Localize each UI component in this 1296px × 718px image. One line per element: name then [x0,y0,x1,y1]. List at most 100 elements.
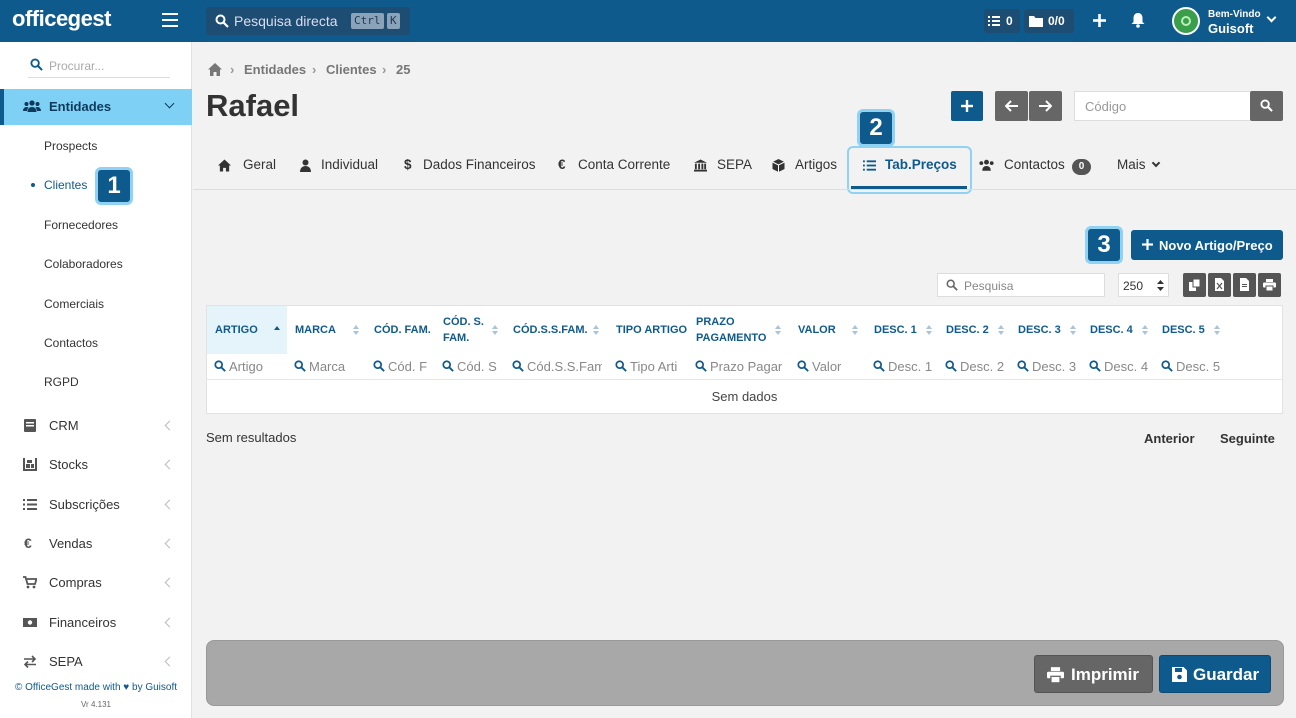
column-header-cod-s-fam[interactable]: CÓD. S. FAM. [435,306,505,354]
filter-desc-2[interactable]: Desc. 2 [938,356,1004,380]
search-icon [945,360,957,372]
column-header-desc-4[interactable]: DESC. 4 [1082,306,1154,354]
sidebar-subitem-colaboradores[interactable]: Colaboradores [44,257,123,271]
folders-count: 0/0 [1048,14,1065,28]
column-header-desc-3[interactable]: DESC. 3 [1010,306,1082,354]
action-bar: Imprimir Guardar [206,640,1284,706]
plus-icon[interactable] [1093,14,1106,27]
pager-previous[interactable]: Anterior [1144,431,1195,446]
print-grid-button[interactable] [1258,273,1281,297]
column-header-label: DESC. 5 [1162,324,1205,336]
sidebar-subitem-prospects[interactable]: Prospects [44,139,97,153]
next-record-button[interactable] [1029,91,1062,121]
previous-record-button[interactable] [995,91,1028,121]
column-header-cod-s-s-fam[interactable]: CÓD.S.S.FAM. [505,306,608,354]
app-logo[interactable]: officegest [12,6,111,32]
user-avatar[interactable] [1172,7,1200,35]
filter-tipo-artigo[interactable]: Tipo Arti [608,356,684,380]
column-header-label: DESC. 2 [946,324,989,336]
grid-search-placeholder: Pesquisa [964,279,1014,293]
column-header-marca[interactable]: MARCA [287,306,365,354]
user-menu-chevron-icon[interactable] [1266,12,1277,23]
sidebar-subitem-contactos[interactable]: Contactos [44,336,98,350]
sidebar-footer-credit: © OfficeGest made with ♥ by Guisoft [14,682,178,693]
sidebar-item-financeiros[interactable]: Financeiros [0,611,192,635]
column-header-valor[interactable]: VALOR [790,306,866,354]
filter-desc-5[interactable]: Desc. 5 [1154,356,1220,380]
direct-search-button[interactable]: Pesquisa directa Ctrl K [206,7,410,35]
sidebar: Procurar... Entidades Prospects Clientes… [0,42,192,718]
column-header-tipo-artigo[interactable]: TIPO ARTIGO [608,306,688,354]
sidebar-item-entidades[interactable]: Entidades [0,89,192,125]
codigo-search-button[interactable] [1250,91,1283,121]
codigo-input[interactable]: Código [1074,91,1250,121]
excel-export-button[interactable] [1208,273,1231,297]
column-header-desc-2[interactable]: DESC. 2 [938,306,1010,354]
save-button[interactable]: Guardar [1159,655,1271,693]
print-icon [1263,279,1276,291]
column-header-prazo-pagamento[interactable]: PRAZO PAGAMENTO [688,306,790,354]
pager-next[interactable]: Seguinte [1220,431,1275,446]
sidebar-item-compras[interactable]: Compras [0,571,192,595]
column-header-desc-5[interactable]: DESC. 5 [1154,306,1226,354]
filter-cod-fam[interactable]: Cód. F [366,356,432,380]
sidebar-subitem-clientes[interactable]: Clientes [44,178,87,192]
sidebar-subitem-comerciais[interactable]: Comerciais [44,297,104,311]
filter-desc-3[interactable]: Desc. 3 [1010,356,1076,380]
print-button[interactable]: Imprimir [1034,655,1153,693]
copy-button[interactable] [1183,273,1206,297]
sidebar-search-input[interactable]: Procurar... [28,52,170,78]
column-header-cod-fam[interactable]: CÓD. FAM. [366,306,435,354]
sidebar-item-crm[interactable]: CRM [0,414,192,438]
filter-cod-s-fam[interactable]: Cód. S [435,356,499,380]
contactos-count-badge: 0 [1072,159,1091,175]
price-table: ARTIGO MARCA CÓD. FAM. CÓD. S. FAM. CÓD.… [206,305,1283,414]
breadcrumb-clientes[interactable]: Clientes [326,62,377,77]
cart-icon [23,576,37,589]
callout-step-2: 2 [857,109,895,147]
sidebar-subitem-rgpd[interactable]: RGPD [44,375,79,389]
euro-icon: € [558,157,566,172]
column-header-label: CÓD.S.S.FAM. [513,324,588,336]
filter-desc-4[interactable]: Desc. 4 [1082,356,1148,380]
sidebar-item-stocks[interactable]: Stocks [0,453,192,477]
arrow-left-icon [1005,100,1018,112]
new-article-price-button[interactable]: Novo Artigo/Preço [1131,230,1283,260]
callout-step-3: 3 [1085,226,1123,264]
users-icon [23,100,41,112]
pdf-export-button[interactable] [1233,273,1256,297]
column-header-desc-1[interactable]: DESC. 1 [866,306,938,354]
page-size-select[interactable]: 250 [1118,273,1169,297]
search-icon [695,360,707,372]
sidebar-item-subscricoes[interactable]: Subscrições [0,493,192,517]
filter-placeholder: Prazo Pagar [710,359,783,374]
column-header-label: CÓD. FAM. [374,324,431,336]
codigo-placeholder: Código [1085,99,1127,114]
add-button[interactable] [951,91,983,121]
search-icon [1260,99,1273,112]
sidebar-item-sepa[interactable]: SEPA [0,650,192,674]
bell-icon[interactable] [1131,12,1145,28]
sort-icon [1070,325,1076,336]
menu-toggle-icon[interactable] [162,13,178,27]
filter-cod-s-s-fam[interactable]: Cód.S.S.Fam [505,356,602,380]
search-icon [615,360,627,372]
breadcrumb-entidades[interactable]: Entidades [244,62,306,77]
filter-desc-1[interactable]: Desc. 1 [866,356,933,380]
tasks-button[interactable]: 0 [984,9,1020,33]
empty-table-message: Sem dados [711,389,778,404]
sidebar-subitem-fornecedores[interactable]: Fornecedores [44,218,118,232]
sort-icon [593,325,599,336]
filter-artigo[interactable]: Artigo [207,356,287,380]
sidebar-item-vendas[interactable]: € Vendas [0,532,192,556]
column-header-artigo[interactable]: ARTIGO [207,306,287,354]
filter-marca[interactable]: Marca [287,356,365,380]
grid-search-input[interactable]: Pesquisa [937,273,1105,297]
filter-prazo-pagamento[interactable]: Prazo Pagar [688,356,784,380]
home-icon[interactable] [208,63,222,76]
folders-button[interactable]: 0/0 [1024,9,1074,33]
sort-icon [775,325,781,336]
sidebar-item-label: Stocks [49,457,89,472]
user-name[interactable]: Guisoft [1208,21,1254,36]
filter-valor[interactable]: Valor [790,356,862,380]
